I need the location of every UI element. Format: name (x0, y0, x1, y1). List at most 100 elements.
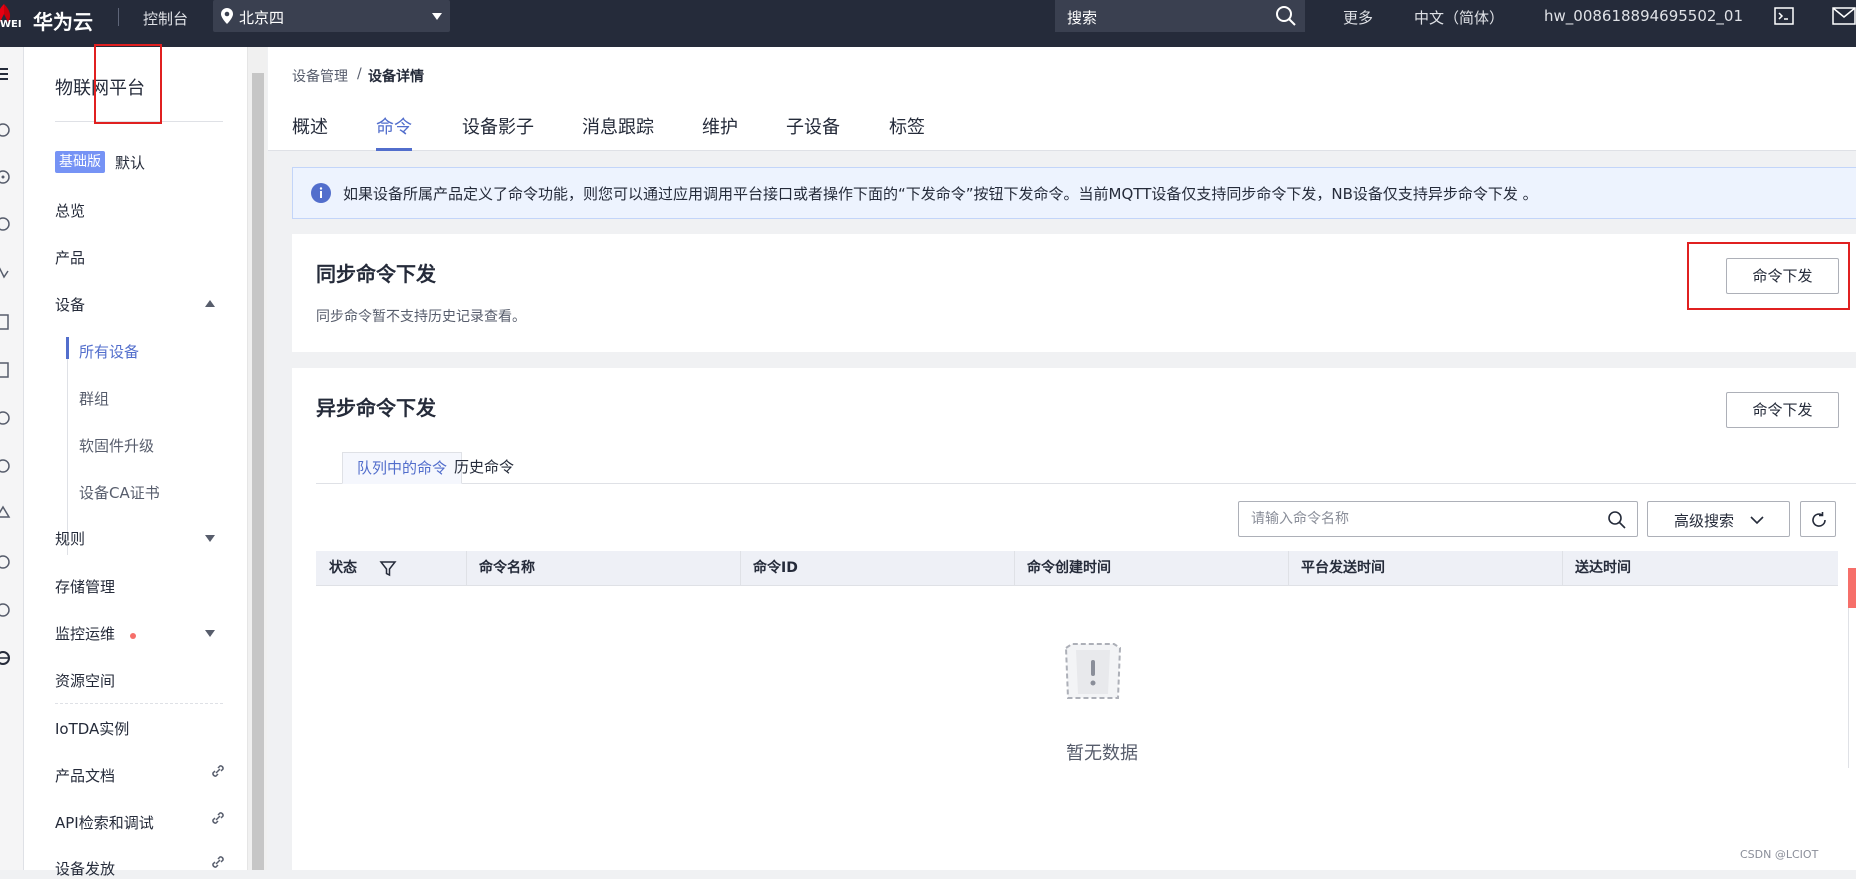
service-icon-rail (0, 47, 24, 870)
tab-commands[interactable]: 命令 (376, 113, 412, 139)
search-icon[interactable] (1607, 510, 1627, 530)
edition-badge[interactable]: 基础版 (55, 151, 105, 173)
breadcrumb-current: 设备详情 (368, 69, 424, 85)
table-header: 状态 命令名称 命令ID 命令创建时间 平台发送时间 送达时间 (316, 551, 1838, 586)
breadcrumb-separator: / (357, 66, 362, 82)
external-link-icon[interactable] (210, 810, 226, 826)
compute-icon[interactable] (0, 121, 12, 139)
subtab-divider (316, 483, 1856, 484)
advanced-search-label: 高级搜索 (1674, 512, 1735, 530)
document-icon[interactable] (0, 313, 12, 331)
active-tab-indicator (376, 148, 412, 151)
scrollbar-thumb[interactable] (252, 73, 264, 870)
caret-up-icon[interactable] (205, 300, 215, 307)
async-section-title: 异步命令下发 (316, 396, 436, 420)
sidebar-item-firmware-upgrade[interactable]: 软固件升级 (79, 435, 154, 456)
more-menu[interactable]: 更多 (1343, 7, 1373, 28)
sidebar-item-resource-space[interactable]: 资源空间 (55, 670, 115, 691)
edition-default-label: 默认 (115, 154, 146, 172)
logo-text: WEI (0, 19, 22, 30)
menu-icon[interactable] (0, 65, 12, 83)
sync-command-card: 同步命令下发 同步命令暂不支持历史记录查看。 命令下发 (292, 234, 1856, 352)
storage-icon[interactable] (0, 215, 12, 233)
sidebar-item-groups[interactable]: 群组 (79, 388, 109, 409)
async-send-command-button[interactable]: 命令下发 (1726, 392, 1839, 428)
location-pin-icon (221, 8, 233, 24)
empty-data-icon (1064, 643, 1122, 699)
async-command-card: 异步命令下发 命令下发 队列中的命令 历史命令 高级搜索 状态 (292, 368, 1856, 870)
link-service-icon[interactable] (0, 601, 12, 619)
search-placeholder: 搜索 (1067, 9, 1098, 27)
brand-name[interactable]: 华为云 (33, 6, 93, 35)
monitor-icon[interactable] (0, 265, 12, 283)
caret-down-icon[interactable] (205, 535, 215, 542)
watermark: CSDN @LCIOT (1740, 848, 1819, 861)
console-link[interactable]: 控制台 (143, 8, 188, 29)
breadcrumb-device-management[interactable]: 设备管理 (292, 66, 348, 86)
cloud-icon[interactable] (0, 409, 12, 427)
main-content: 设备管理 / 设备详情 概述 命令 设备影子 消息跟踪 维护 子设备 标签 如果… (268, 47, 1856, 870)
sidebar-item-storage[interactable]: 存储管理 (55, 576, 115, 597)
sidebar-item-api-explorer[interactable]: API检索和调试 (55, 812, 154, 833)
sidebar-item-products[interactable]: 产品 (55, 247, 85, 268)
sync-section-title: 同步命令下发 (316, 262, 436, 286)
column-platform-sent-time: 平台发送时间 (1301, 560, 1385, 576)
tab-device-shadow[interactable]: 设备影子 (462, 113, 534, 139)
sidebar-item-iotda-instance[interactable]: IoTDA实例 (55, 718, 129, 739)
command-search-field[interactable] (1238, 501, 1638, 537)
highlight-box (1687, 242, 1850, 310)
sidebar-item-monitoring[interactable]: 监控运维 (55, 623, 115, 644)
divider (55, 703, 223, 704)
sidebar-item-devices[interactable]: 设备 (55, 294, 85, 315)
sidebar-item-device-provisioning[interactable]: 设备发放 (55, 858, 115, 879)
mail-icon[interactable] (1832, 7, 1856, 25)
region-value: 北京四 (239, 9, 285, 27)
column-command-name: 命令名称 (479, 560, 535, 576)
tab-message-trace[interactable]: 消息跟踪 (582, 113, 654, 139)
chevron-down-icon (1750, 516, 1764, 525)
sidebar-item-device-ca-cert[interactable]: 设备CA证书 (79, 482, 160, 503)
security-icon[interactable] (0, 505, 12, 523)
settings-icon[interactable] (0, 553, 12, 571)
tab-tags[interactable]: 标签 (889, 113, 925, 139)
highlight-box (94, 44, 162, 124)
column-delivered-time: 送达时间 (1575, 560, 1631, 576)
side-navigation: 物联网平台 基础版 默认 总览 产品 设备 所有设备 群组 软固件升级 设备CA… (24, 47, 247, 878)
language-select[interactable]: 中文（简体） (1414, 7, 1504, 28)
user-menu[interactable]: hw_008618894695502_01 (1544, 7, 1743, 25)
file-icon[interactable] (0, 361, 12, 379)
tab-overview[interactable]: 概述 (292, 113, 328, 139)
top-bar: WEI 华为云 控制台 北京四 搜索 更多 中文（简体） hw_00861889… (0, 0, 1856, 47)
tab-child-devices[interactable]: 子设备 (786, 113, 840, 139)
caret-down-icon (432, 13, 442, 20)
sidebar-item-overview[interactable]: 总览 (55, 200, 85, 221)
notice-text: 如果设备所属产品定义了命令功能，则您可以通过应用调用平台接口或者操作下面的“下发… (343, 185, 1538, 203)
cloud-service-icon[interactable] (0, 457, 12, 475)
global-search-input[interactable]: 搜索 (1055, 0, 1305, 32)
empty-data-text: 暂无数据 (1066, 743, 1138, 764)
sidebar-item-product-docs[interactable]: 产品文档 (55, 765, 115, 786)
command-search-input[interactable] (1251, 508, 1591, 530)
region-select[interactable]: 北京四 (213, 0, 450, 32)
terminal-icon[interactable] (1774, 7, 1794, 25)
refresh-button[interactable] (1800, 501, 1836, 537)
sidebar-item-all-devices[interactable]: 所有设备 (79, 341, 139, 362)
sidebar-scrollbar[interactable] (247, 47, 267, 870)
sidebar-item-rules[interactable]: 规则 (55, 528, 85, 549)
column-status: 状态 (329, 560, 357, 576)
sync-section-subtitle: 同步命令暂不支持历史记录查看。 (316, 309, 526, 325)
search-icon[interactable] (1275, 5, 1297, 27)
network-icon[interactable] (0, 168, 12, 186)
tab-maintenance[interactable]: 维护 (702, 113, 738, 139)
external-link-icon[interactable] (210, 854, 226, 870)
divider (118, 8, 119, 26)
tab-history-commands[interactable]: 历史命令 (440, 452, 528, 484)
floating-tools-tab[interactable] (1848, 608, 1856, 768)
filter-icon[interactable] (379, 560, 397, 578)
caret-down-icon[interactable] (205, 630, 215, 637)
floating-feedback-tab[interactable] (1848, 568, 1856, 608)
advanced-search-button[interactable]: 高级搜索 (1647, 501, 1790, 537)
globe-icon[interactable] (0, 649, 12, 667)
column-command-id: 命令ID (753, 560, 798, 576)
external-link-icon[interactable] (210, 763, 226, 779)
